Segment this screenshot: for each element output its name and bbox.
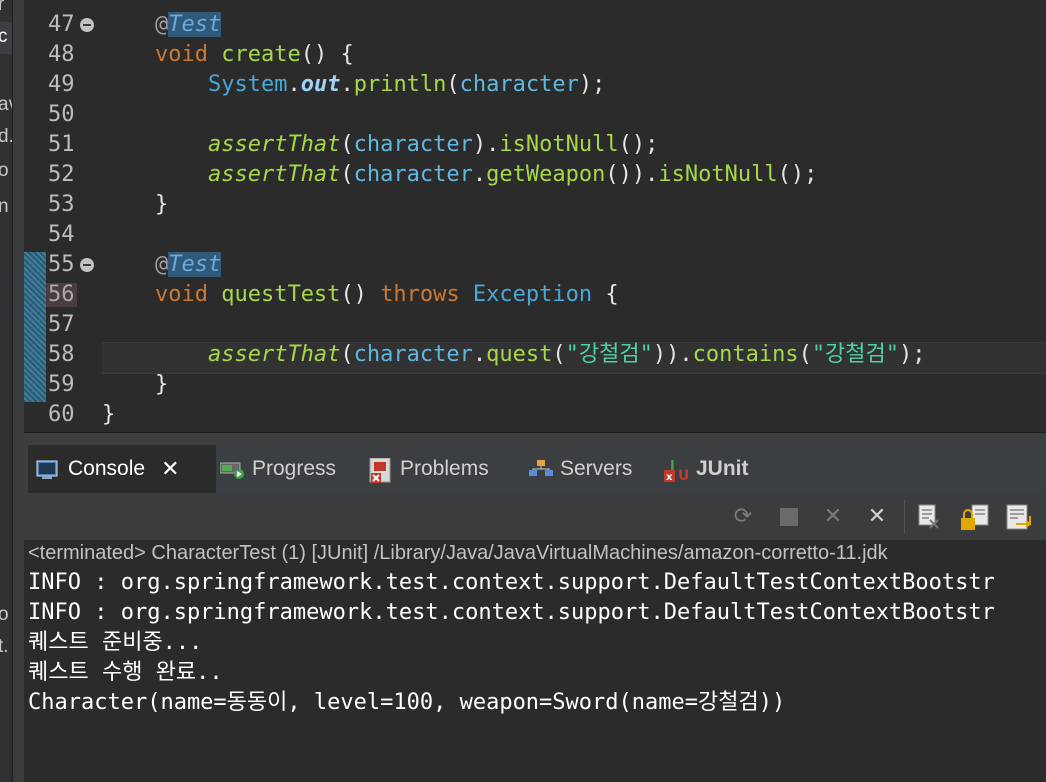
code-line[interactable]: assertThat(character).isNotNull(); [102, 130, 658, 160]
gutter-line: 57 [48, 312, 75, 337]
gutter-line: 56 [46, 282, 77, 307]
stop-icon[interactable] [776, 504, 802, 530]
process-status-line: <terminated> CharacterTest (1) [JUnit] /… [28, 542, 888, 564]
progress-icon [219, 458, 244, 480]
tab-servers-label: Servers [560, 457, 633, 480]
code-line[interactable]: } [102, 400, 115, 430]
word-wrap-icon[interactable] [1004, 504, 1031, 530]
collapse-icon[interactable] [80, 258, 94, 272]
gutter-line: 48 [48, 42, 75, 67]
line-number-gutter: 47 48 49 50 51 52 53 54 55 56 57 58 59 6… [24, 0, 100, 432]
tab-console-label: Console [68, 457, 146, 480]
console-output-line: INFO : org.springframework.test.context.… [28, 600, 995, 625]
gutter-line: 52 [48, 162, 75, 187]
explorer-fragment: c [0, 26, 8, 47]
tab-progress[interactable]: Progress [219, 445, 337, 493]
explorer-fragment: n [0, 196, 9, 217]
gutter-line: 51 [48, 132, 75, 157]
gutter-line: 49 [48, 72, 75, 97]
gutter-line: 50 [48, 102, 75, 127]
view-tab-bar: Console ✕ Progress Problems Servers JUx … [24, 432, 1046, 495]
explorer-fragment: t. [0, 636, 9, 657]
console-output-line: INFO : org.springframework.test.context.… [28, 570, 995, 595]
code-line[interactable]: assertThat(character.getWeapon()).isNotN… [102, 160, 817, 190]
gutter-line: 54 [48, 222, 75, 247]
tab-problems[interactable]: Problems [368, 445, 489, 493]
explorer-fragment: o [0, 604, 9, 625]
tab-servers[interactable]: Servers [528, 445, 632, 493]
code-line[interactable]: } [102, 370, 168, 400]
code-line[interactable]: @Test [102, 10, 222, 40]
gutter-line: 60 [48, 402, 75, 427]
code-line[interactable]: void questTest() throws Exception { [102, 280, 619, 310]
code-editor[interactable]: 47 48 49 50 51 52 53 54 55 56 57 58 59 6… [24, 0, 1046, 432]
code-line[interactable]: } [102, 190, 168, 220]
code-line[interactable]: void create() { [102, 40, 354, 70]
gutter-line: 58 [48, 342, 75, 367]
problems-icon [368, 457, 391, 483]
explorer-fragment: r [0, 0, 5, 15]
console-output-line: 퀘스트 수행 완료.. [28, 660, 223, 685]
remove-all-icon[interactable]: ✕ [864, 504, 890, 530]
clear-console-icon[interactable] [916, 504, 942, 530]
svg-text:U: U [678, 468, 689, 484]
gutter-line: 53 [48, 192, 75, 217]
servers-icon [528, 458, 553, 480]
console-output-line: 퀘스트 준비중... [28, 630, 203, 655]
console-toolbar: ⟳ ✕ ✕ [24, 494, 1046, 541]
tab-console[interactable]: Console ✕ [28, 445, 216, 493]
code-line[interactable]: assertThat(character.quest("강철검")).conta… [102, 340, 926, 370]
collapse-icon[interactable] [80, 18, 94, 32]
code-line[interactable]: System.out.println(character); [102, 70, 605, 100]
console-icon [36, 458, 58, 480]
gutter-line: 59 [48, 372, 75, 397]
explorer-fragment: o [0, 160, 9, 181]
console-output-line: Character(name=동동이, level=100, weapon=Sw… [28, 690, 786, 715]
toolbar-separator [904, 500, 905, 534]
explorer-fragment: av [0, 94, 12, 115]
close-tab-icon[interactable]: ✕ [161, 456, 179, 482]
tab-problems-label: Problems [400, 457, 489, 480]
gutter-line: 47 [24, 10, 100, 40]
console-output[interactable]: <terminated> CharacterTest (1) [JUnit] /… [24, 540, 1046, 782]
refresh-icon[interactable]: ⟳ [730, 504, 756, 530]
svg-text:x: x [666, 472, 673, 483]
remove-icon[interactable]: ✕ [820, 504, 846, 530]
package-explorer-edge: r c av d. o n o t. [0, 0, 12, 782]
tab-junit-label: JUnit [696, 457, 749, 480]
tab-progress-label: Progress [252, 457, 337, 480]
explorer-fragment: d. [0, 126, 12, 147]
junit-icon: JUx [664, 458, 689, 484]
tab-junit[interactable]: JUx JUnit [664, 445, 749, 493]
code-line[interactable]: @Test [102, 250, 222, 280]
gutter-line: 55 [24, 250, 100, 280]
scroll-lock-icon[interactable] [960, 504, 989, 530]
